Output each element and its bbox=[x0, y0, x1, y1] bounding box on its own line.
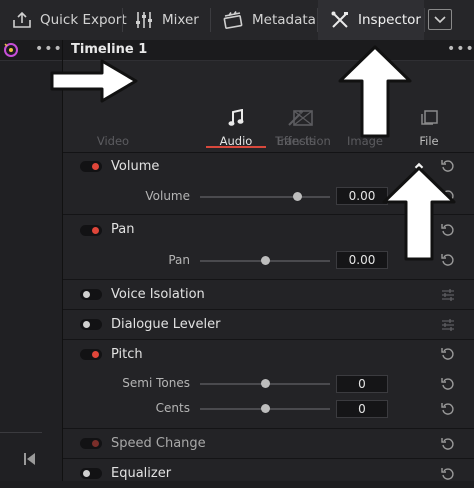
left-panel: ••• bbox=[0, 40, 63, 481]
left-panel-divider bbox=[0, 432, 42, 433]
annotation-arrow-right bbox=[50, 59, 138, 103]
more-options-icon[interactable]: ••• bbox=[35, 42, 63, 56]
tab-transition-label: Transition bbox=[275, 134, 331, 148]
speed-change-toggle[interactable] bbox=[80, 438, 102, 449]
speed-change-section: Speed Change bbox=[63, 429, 474, 459]
semi-tones-value-field[interactable]: 0 bbox=[336, 375, 388, 393]
toolbar-divider bbox=[122, 8, 123, 32]
file-icon bbox=[421, 110, 438, 125]
tab-audio[interactable]: Audio bbox=[206, 61, 266, 152]
music-note-icon bbox=[228, 109, 244, 126]
transition-icon bbox=[293, 110, 313, 126]
timeline-title: Timeline 1 bbox=[71, 42, 148, 57]
voice-isolation-title: Voice Isolation bbox=[111, 287, 205, 302]
equalizer-toggle[interactable] bbox=[80, 468, 102, 479]
volume-param-label: Volume bbox=[145, 189, 190, 203]
color-sparkle-icon[interactable] bbox=[2, 41, 20, 59]
equalizer-title: Equalizer bbox=[111, 466, 172, 481]
cents-value-field[interactable]: 0 bbox=[336, 400, 388, 418]
inspector-label: Inspector bbox=[358, 12, 421, 28]
pitch-section: Pitch Semi Tones 0 Cents 0 bbox=[63, 340, 474, 429]
toolbar-divider bbox=[424, 8, 425, 32]
metadata-label: Metadata bbox=[252, 12, 316, 28]
voice-isolation-section: Voice Isolation bbox=[63, 280, 474, 310]
cents-slider-thumb[interactable] bbox=[261, 404, 270, 413]
reset-icon[interactable] bbox=[441, 467, 455, 481]
pitch-title: Pitch bbox=[111, 347, 143, 362]
mixer-label: Mixer bbox=[162, 12, 199, 28]
export-icon bbox=[13, 11, 31, 28]
tab-video-label: Video bbox=[96, 134, 130, 148]
semi-tones-slider-thumb[interactable] bbox=[261, 379, 270, 388]
inspector-button[interactable]: Inspector bbox=[330, 0, 421, 40]
cents-slider[interactable] bbox=[200, 404, 330, 413]
volume-toggle[interactable] bbox=[80, 161, 102, 172]
volume-slider-thumb[interactable] bbox=[293, 192, 302, 201]
skip-to-start-icon[interactable] bbox=[24, 452, 36, 466]
equalizer-section: Equalizer bbox=[63, 459, 474, 488]
toolbar-divider bbox=[210, 8, 211, 32]
cents-label: Cents bbox=[155, 401, 190, 415]
reset-icon[interactable] bbox=[441, 402, 455, 416]
pan-param-label: Pan bbox=[168, 253, 190, 267]
quick-export-button[interactable]: Quick Export bbox=[12, 0, 127, 40]
adjust-sliders-icon[interactable] bbox=[441, 318, 455, 332]
chevron-down-icon bbox=[434, 15, 446, 23]
volume-slider[interactable] bbox=[200, 192, 330, 201]
dialogue-leveler-title: Dialogue Leveler bbox=[111, 317, 221, 332]
active-tab-indicator bbox=[206, 146, 266, 148]
dialogue-leveler-toggle[interactable] bbox=[80, 319, 102, 330]
annotation-arrow-up bbox=[338, 45, 412, 138]
volume-title: Volume bbox=[111, 159, 160, 174]
pitch-toggle[interactable] bbox=[80, 349, 102, 360]
dialogue-leveler-section: Dialogue Leveler bbox=[63, 310, 474, 340]
top-toolbar: Quick Export Mixer Metadata Inspector bbox=[0, 0, 474, 41]
pan-toggle[interactable] bbox=[80, 225, 102, 236]
reset-icon[interactable] bbox=[441, 437, 455, 451]
metadata-button[interactable]: Metadata bbox=[222, 0, 316, 40]
semi-tones-slider[interactable] bbox=[200, 379, 330, 388]
clapperboard-icon bbox=[223, 11, 243, 29]
mixer-button[interactable]: Mixer bbox=[134, 0, 199, 40]
speed-change-title: Speed Change bbox=[111, 436, 206, 451]
pan-slider[interactable] bbox=[200, 256, 330, 265]
tab-transition[interactable]: Transition bbox=[267, 61, 339, 152]
mixer-icon bbox=[136, 12, 152, 28]
pan-slider-thumb[interactable] bbox=[261, 256, 270, 265]
quick-export-label: Quick Export bbox=[40, 12, 127, 28]
semi-tones-label: Semi Tones bbox=[122, 376, 190, 390]
voice-isolation-toggle[interactable] bbox=[80, 289, 102, 300]
reset-icon[interactable] bbox=[441, 377, 455, 391]
more-options-icon[interactable]: ••• bbox=[447, 42, 474, 56]
adjust-sliders-icon[interactable] bbox=[441, 288, 455, 302]
collapse-panel-button[interactable] bbox=[428, 9, 452, 30]
pan-title: Pan bbox=[111, 222, 135, 237]
reset-icon[interactable] bbox=[441, 347, 455, 361]
annotation-arrow-up bbox=[382, 166, 456, 261]
tools-icon bbox=[331, 11, 348, 28]
